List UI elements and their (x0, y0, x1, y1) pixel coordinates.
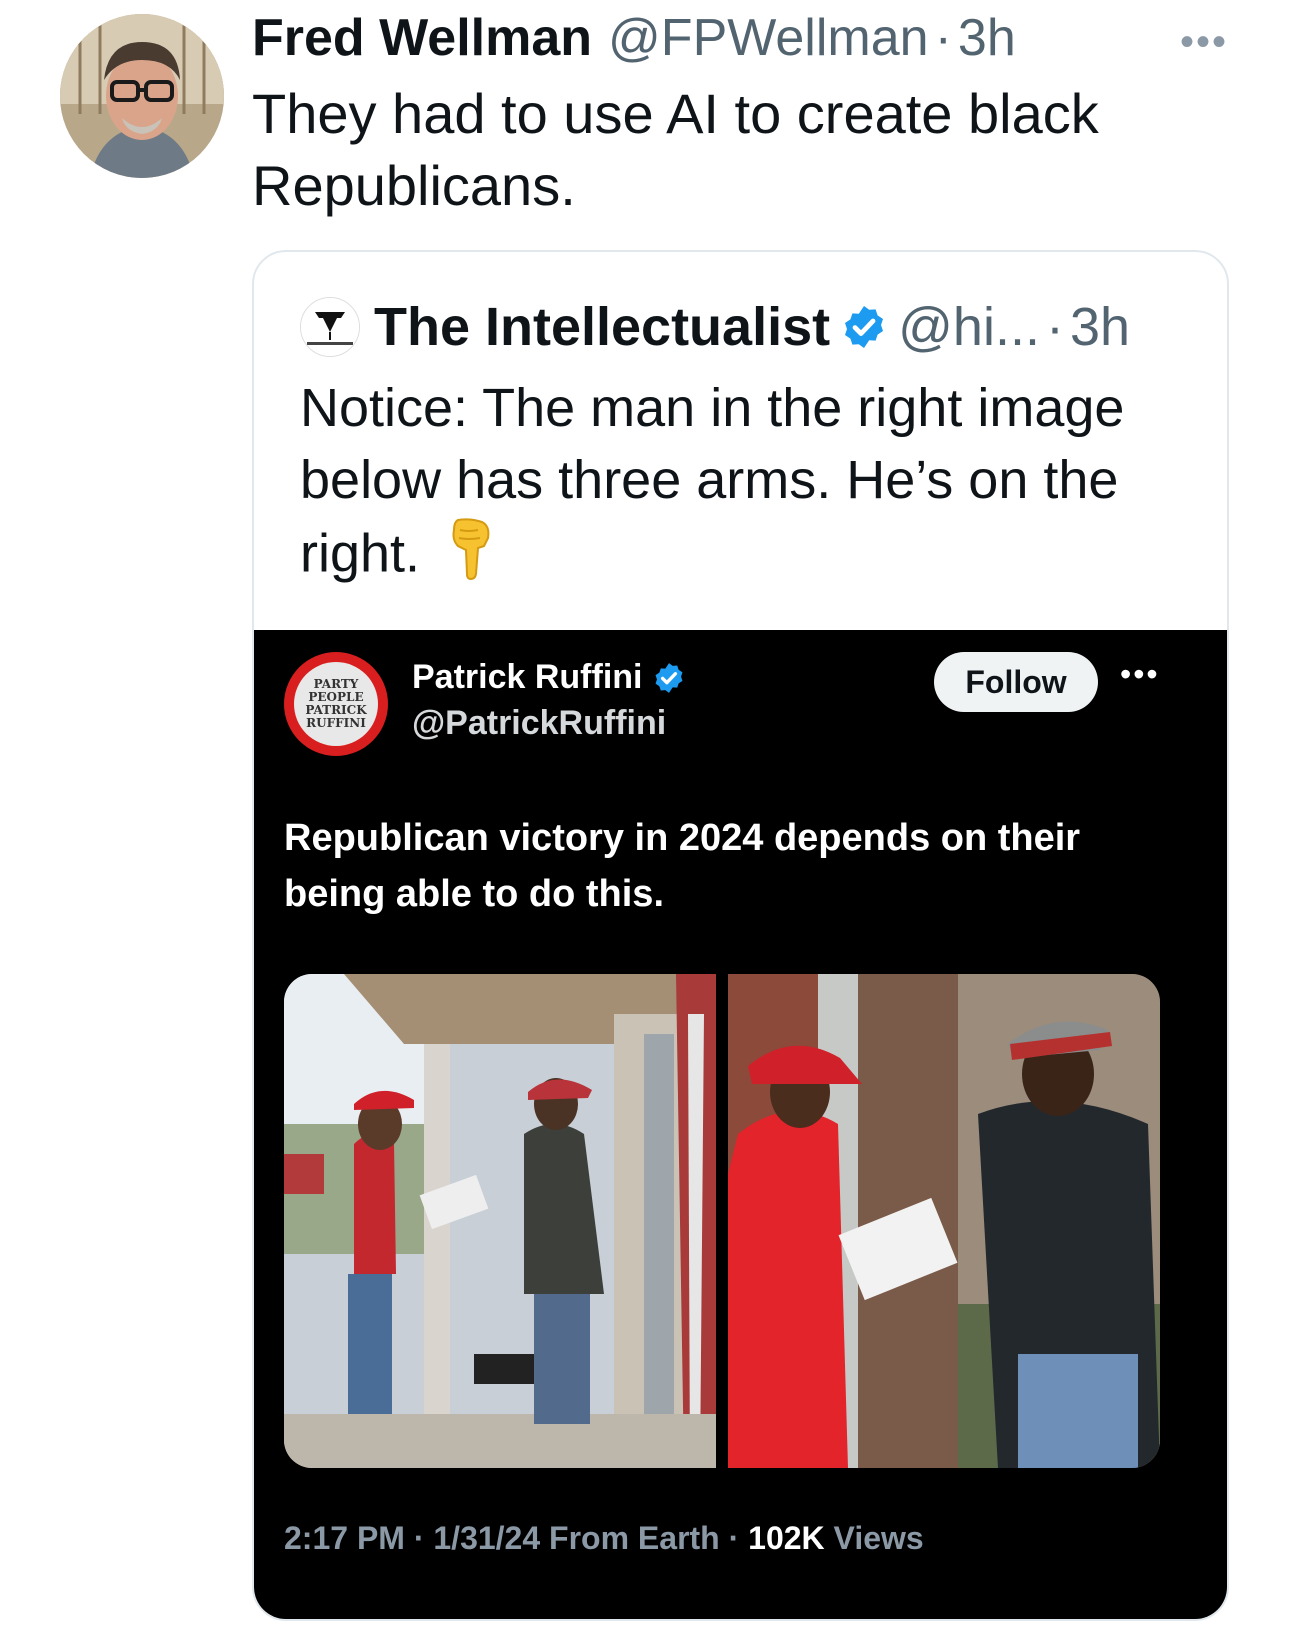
views-count[interactable]: 102K (748, 1520, 825, 1556)
quoted-author-handle[interactable]: @hi... (898, 296, 1040, 358)
more-horizontal-icon[interactable]: ••• (1180, 20, 1228, 65)
embedded-author-name-row: Patrick Ruffini (412, 658, 696, 697)
separator-dot: · (728, 1520, 749, 1556)
embedded-author-handle[interactable]: @PatrickRuffini (412, 704, 666, 743)
tweet-time[interactable]: 3h (958, 8, 1016, 68)
tweet-header: Fred Wellman @FPWellman · 3h (252, 8, 1016, 68)
quoted-tweet-text: Notice: The man in the right image below… (300, 372, 1180, 598)
quoted-tweet-body: Notice: The man in the right image below… (300, 378, 1125, 584)
post-time[interactable]: 2:17 PM (284, 1520, 405, 1556)
embedded-post-text: Republican victory in 2024 depends on th… (284, 817, 1081, 915)
canvassing-photo-right[interactable] (728, 974, 1160, 1468)
embedded-post-image[interactable]: PARTY PEOPLE PATRICK RUFFINI Patrick Ruf… (254, 630, 1227, 1619)
quoted-author-avatar[interactable] (300, 297, 360, 357)
avatar-text-line: RUFFINI (306, 716, 366, 730)
backhand-index-pointing-down-icon (448, 516, 494, 598)
author-avatar[interactable] (60, 14, 224, 178)
quoted-tweet-header: The Intellectualist @hi... · 3h (300, 296, 1130, 358)
quoted-author-name[interactable]: The Intellectualist (374, 296, 830, 358)
separator-dot: · (1045, 297, 1064, 357)
embedded-author-name[interactable]: Patrick Ruffini (412, 658, 642, 697)
verified-badge-icon (840, 303, 888, 351)
embedded-avatar-badge: PARTY PEOPLE PATRICK RUFFINI (294, 662, 378, 746)
quoted-tweet-time[interactable]: 3h (1070, 296, 1130, 358)
separator-dot: · (934, 9, 952, 67)
canvassing-photo-left[interactable] (284, 974, 716, 1468)
tweet-text: They had to use AI to create black Repub… (252, 82, 1099, 217)
post-source: From Earth (549, 1520, 720, 1556)
embedded-author-avatar[interactable]: PARTY PEOPLE PATRICK RUFFINI (284, 652, 388, 756)
quoted-tweet-card[interactable]: The Intellectualist @hi... · 3h Notice: … (252, 250, 1229, 1621)
separator-dot: · (413, 1520, 434, 1556)
embedded-post-meta: 2:17 PM · 1/31/24 From Earth · 102K View… (284, 1520, 924, 1557)
author-name[interactable]: Fred Wellman (252, 8, 592, 68)
views-label: Views (833, 1520, 924, 1556)
verified-badge-icon (652, 661, 686, 695)
follow-button[interactable]: Follow (934, 652, 1098, 712)
more-horizontal-icon[interactable]: ••• (1120, 656, 1160, 693)
post-date[interactable]: 1/31/24 (433, 1520, 540, 1556)
author-handle[interactable]: @FPWellman (608, 8, 929, 68)
